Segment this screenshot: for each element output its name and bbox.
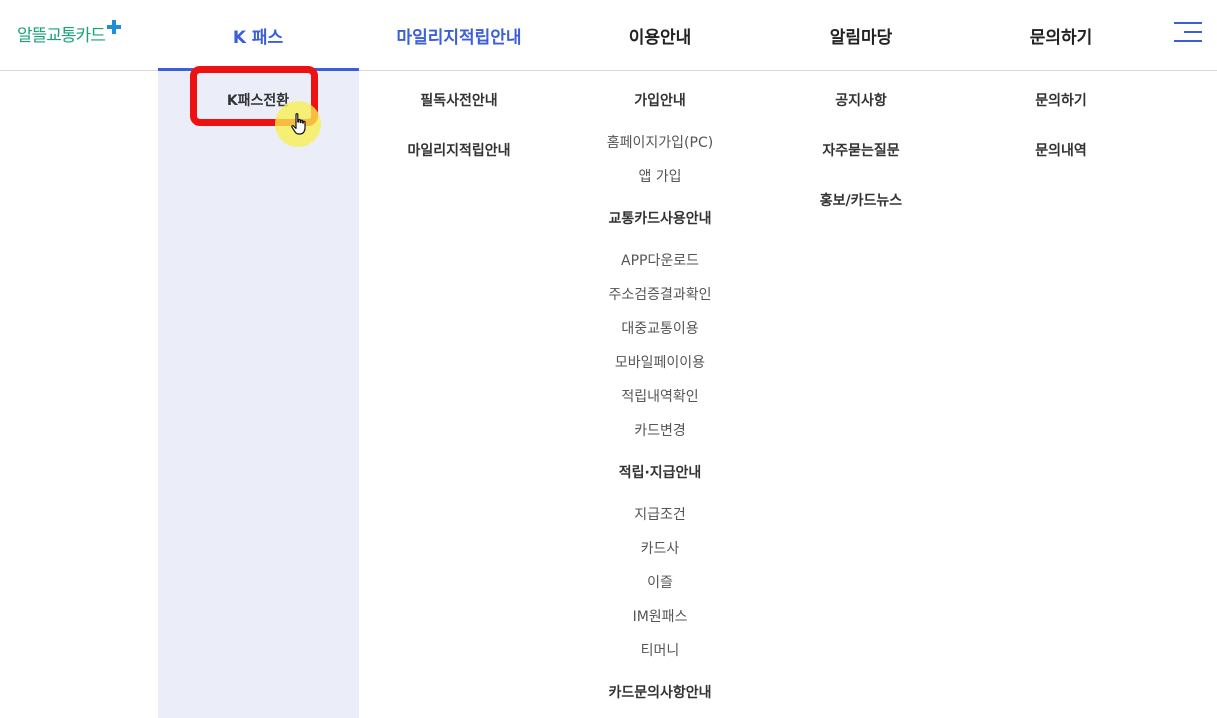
- nav-contact[interactable]: 문의하기: [961, 0, 1161, 70]
- nav-usage[interactable]: 이용안내: [560, 0, 760, 70]
- nav-mileage[interactable]: 마일리지적립안내: [359, 0, 559, 70]
- menu-card-usage-guide[interactable]: 교통카드사용안내: [560, 208, 760, 228]
- nav-notice[interactable]: 알림마당: [761, 0, 961, 70]
- menu-public-transport[interactable]: 대중교통이용: [560, 318, 760, 338]
- top-header: 알뜰교통카드 K 패스 마일리지적립안내 이용안내 알림마당 문의하기: [0, 0, 1217, 71]
- menu-tmoney[interactable]: 티머니: [560, 640, 760, 660]
- hamburger-line: [1174, 22, 1202, 24]
- menu-app-download[interactable]: APP다운로드: [560, 250, 760, 270]
- menu-mobile-pay[interactable]: 모바일페이이용: [560, 352, 760, 372]
- menu-inquiry[interactable]: 문의하기: [961, 90, 1161, 110]
- menu-pay-conditions[interactable]: 지급조건: [560, 504, 760, 524]
- hand-cursor-icon: [291, 113, 306, 135]
- logo-plus-icon: [106, 20, 121, 34]
- menu-join-guide[interactable]: 가입안내: [560, 90, 760, 110]
- menu-mileage-guide[interactable]: 마일리지적립안내: [359, 140, 559, 160]
- menu-inquiry-history[interactable]: 문의내역: [961, 140, 1161, 160]
- menu-address-verify[interactable]: 주소검증결과확인: [560, 284, 760, 304]
- hamburger-line: [1174, 40, 1202, 42]
- hamburger-line: [1184, 31, 1202, 33]
- logo[interactable]: 알뜰교통카드: [17, 18, 121, 48]
- kpass-column-background: [158, 71, 359, 718]
- mega-menu-dropdown: K패스전환 필독사전안내 마일리지적립안내 가입안내 홈페이지가입(PC) 앱 …: [0, 71, 1217, 718]
- menu-card-inquiry-guide[interactable]: 카드문의사항안내: [560, 682, 760, 702]
- menu-im-onepass[interactable]: IM원패스: [560, 606, 760, 626]
- menu-notices[interactable]: 공지사항: [761, 90, 961, 110]
- hamburger-menu-icon[interactable]: [1174, 22, 1202, 44]
- menu-earn-pay-guide[interactable]: 적립·지급안내: [560, 462, 760, 482]
- menu-join-pc[interactable]: 홈페이지가입(PC): [560, 132, 760, 152]
- nav-kpass[interactable]: K 패스: [158, 0, 358, 70]
- menu-join-app[interactable]: 앱 가입: [560, 166, 760, 186]
- logo-text: 알뜰교통카드: [17, 25, 106, 46]
- menu-card-company[interactable]: 카드사: [560, 538, 760, 558]
- menu-earn-history[interactable]: 적립내역확인: [560, 386, 760, 406]
- menu-required-notice[interactable]: 필독사전안내: [359, 90, 559, 110]
- menu-promo-cardnews[interactable]: 홍보/카드뉴스: [761, 190, 961, 210]
- menu-faq[interactable]: 자주묻는질문: [761, 140, 961, 160]
- menu-card-change[interactable]: 카드변경: [560, 420, 760, 440]
- menu-ezl[interactable]: 이즐: [560, 572, 760, 592]
